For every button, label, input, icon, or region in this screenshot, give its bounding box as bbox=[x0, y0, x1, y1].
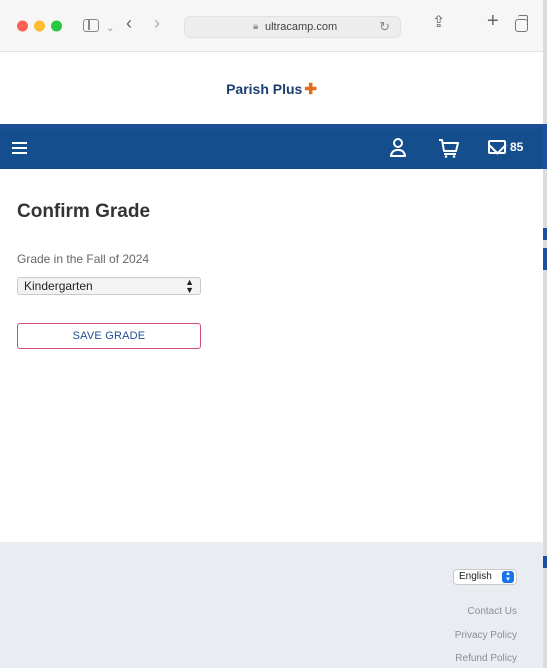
site-logo[interactable]: Parish Plus ✚ bbox=[0, 80, 543, 98]
lock-icon: 🔒︎ bbox=[253, 21, 259, 32]
sidebar-toggle-icon[interactable] bbox=[83, 19, 99, 32]
browser-toolbar: ⌄ ‹ › 🔒︎ ultracamp.com ↻ ⇪ + bbox=[0, 0, 543, 52]
user-account-icon[interactable] bbox=[388, 137, 408, 159]
chevron-down-icon[interactable]: ⌄ bbox=[106, 20, 114, 38]
back-arrow-icon[interactable]: ‹ bbox=[126, 14, 132, 32]
close-window-button[interactable] bbox=[17, 20, 28, 32]
hamburger-menu-icon[interactable] bbox=[12, 142, 27, 154]
minimize-window-button[interactable] bbox=[34, 20, 45, 32]
page-footer: English ▴ ▾ Contact Us Privacy Policy Ref… bbox=[0, 542, 543, 668]
background-window-strip bbox=[543, 228, 547, 240]
message-count-badge[interactable]: 85 bbox=[510, 140, 523, 154]
page-title: Confirm Grade bbox=[17, 201, 151, 222]
mail-icon[interactable] bbox=[488, 140, 506, 154]
language-select[interactable]: English ▴ ▾ bbox=[453, 569, 517, 585]
address-text: ultracamp.com bbox=[265, 21, 338, 33]
background-window-strip bbox=[543, 556, 547, 568]
logo-cross-icon: ✚ bbox=[304, 81, 317, 98]
save-grade-button[interactable]: SAVE GRADE bbox=[17, 323, 201, 349]
new-tab-icon[interactable]: + bbox=[487, 11, 499, 31]
background-window-strip bbox=[543, 248, 547, 270]
contact-us-link[interactable]: Contact Us bbox=[468, 606, 517, 617]
grade-select[interactable]: Kindergarten ▲ ▼ bbox=[17, 277, 201, 295]
privacy-policy-link[interactable]: Privacy Policy bbox=[455, 630, 517, 641]
address-bar[interactable]: 🔒︎ ultracamp.com ↻ bbox=[184, 16, 401, 38]
share-icon[interactable]: ⇪ bbox=[432, 14, 445, 32]
zoom-window-button[interactable] bbox=[51, 20, 62, 32]
forward-arrow-icon[interactable]: › bbox=[154, 14, 160, 32]
logo-text: Parish Plus bbox=[226, 81, 303, 97]
cart-icon[interactable] bbox=[438, 137, 460, 159]
select-arrows-icon: ▲ ▼ bbox=[185, 277, 194, 295]
refund-policy-link[interactable]: Refund Policy bbox=[455, 653, 517, 664]
grade-select-value: Kindergarten bbox=[24, 279, 93, 293]
language-value: English bbox=[459, 571, 492, 582]
tab-overview-icon[interactable] bbox=[515, 15, 528, 32]
grade-field-label: Grade in the Fall of 2024 bbox=[17, 252, 150, 266]
site-header: Parish Plus ✚ bbox=[0, 53, 543, 124]
select-arrows-icon: ▴ ▾ bbox=[502, 570, 514, 583]
main-navbar: 85 bbox=[0, 124, 543, 169]
background-window-strip bbox=[543, 124, 547, 169]
reload-icon[interactable]: ↻ bbox=[379, 19, 390, 35]
